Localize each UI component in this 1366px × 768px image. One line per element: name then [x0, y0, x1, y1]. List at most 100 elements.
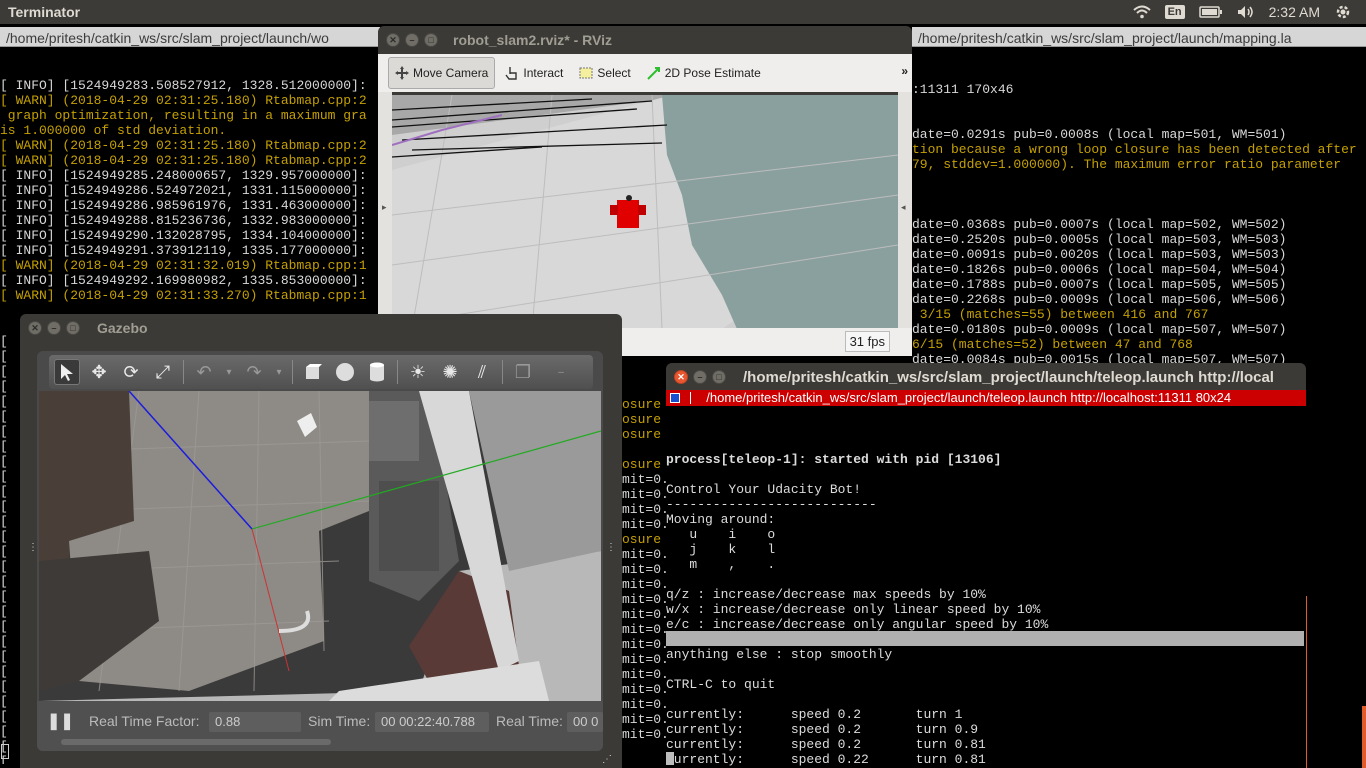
horizontal-scrollbar[interactable]	[61, 739, 331, 745]
move-camera-button[interactable]: Move Camera	[388, 57, 496, 89]
rotate-icon[interactable]: ⟳	[118, 359, 144, 385]
terminal-line: osure	[622, 397, 662, 412]
left-dock-handle[interactable]: ⋮	[28, 542, 38, 553]
pause-icon[interactable]: ❚❚	[47, 711, 74, 731]
terminal-line: [	[0, 349, 8, 364]
gazebo-titlebar[interactable]: ✕ – □ Gazebo	[20, 314, 622, 342]
interact-label: Interact	[523, 66, 564, 80]
maximize-icon[interactable]: □	[66, 321, 80, 335]
terminal-line: [	[0, 364, 8, 379]
terminal-right-output: date=0.0291s pub=0.0008s (local map=501,…	[912, 127, 1366, 367]
redo-icon[interactable]: ↷	[241, 359, 267, 385]
collapse-right-icon[interactable]: ◂	[901, 202, 906, 213]
terminal-line: 3/15 (matches=55) between 416 and 767	[912, 307, 1209, 322]
minimize-icon[interactable]: –	[405, 33, 419, 47]
collapse-left-icon[interactable]: ▸	[382, 202, 387, 213]
keyboard-layout-indicator[interactable]: En	[1164, 5, 1185, 19]
terminal-line: [ WARN] (2018-04-29 02:31:25.180) Rtabma…	[0, 153, 367, 168]
teleop-title: /home/pritesh/catkin_ws/src/slam_project…	[743, 368, 1274, 386]
redo-dropdown-icon[interactable]: ▾	[273, 359, 285, 385]
terminal-line: Moving around:	[666, 512, 776, 527]
directional-light-icon[interactable]: ⫽	[469, 359, 495, 385]
clock[interactable]: 2:32 AM	[1269, 4, 1320, 20]
sim-time-value: 00 00:22:40.788	[375, 712, 489, 732]
point-light-icon[interactable]: ☀	[405, 359, 431, 385]
gazebo-3d-viewport[interactable]	[39, 391, 601, 701]
right-panel-handle[interactable]: ◂	[898, 92, 912, 328]
select-button[interactable]: Select	[573, 57, 636, 89]
terminal-tab-right[interactable]: /home/pritesh/catkin_ws/src/slam_project…	[912, 27, 1366, 47]
rviz-titlebar[interactable]: ✕ – □ robot_slam2.rviz* - RViz	[378, 26, 912, 54]
interact-button[interactable]: Interact	[499, 57, 569, 89]
teleop-terminal-window[interactable]: ✕ – □ /home/pritesh/catkin_ws/src/slam_p…	[666, 363, 1306, 768]
rviz-3d-viewport[interactable]	[392, 95, 898, 329]
terminal-line: [ INFO] [1524949286.985961976, 1331.4630…	[0, 198, 367, 213]
terminal-line: [ WARN] (2018-04-29 02:31:32.019) Rtabma…	[0, 258, 367, 273]
rviz-title: robot_slam2.rviz* - RViz	[453, 32, 612, 48]
sphere-shape-icon[interactable]	[332, 359, 358, 385]
wifi-icon[interactable]	[1132, 5, 1151, 19]
rtf-value: 0.88	[209, 712, 301, 732]
terminal-line: mit=0.	[622, 607, 666, 622]
terminal-line: [	[0, 604, 8, 619]
terminal-line: date=0.2268s pub=0.0009s (local map=506,…	[912, 292, 1287, 307]
spot-light-icon[interactable]: ✺	[437, 359, 463, 385]
box-shape-icon[interactable]	[300, 359, 326, 385]
select-arrow-icon[interactable]	[54, 359, 80, 385]
volume-icon[interactable]	[1237, 5, 1255, 19]
terminal-tab-left[interactable]: /home/pritesh/catkin_ws/src/slam_project…	[0, 27, 380, 47]
teleop-titlebar[interactable]: ✕ – □ /home/pritesh/catkin_ws/src/slam_p…	[666, 363, 1306, 391]
close-icon[interactable]: ✕	[386, 33, 400, 47]
battery-icon[interactable]	[1198, 6, 1223, 18]
undo-dropdown-icon[interactable]: ▾	[223, 359, 235, 385]
terminal-left-pane[interactable]: [ INFO] [1524949283.508527912, 1328.5120…	[0, 48, 380, 304]
minimize-icon[interactable]: –	[693, 370, 707, 384]
terminal-line: date=0.2520s pub=0.0005s (local map=503,…	[912, 232, 1287, 247]
pose-estimate-button[interactable]: 2D Pose Estimate	[641, 57, 767, 89]
terminal-line: q/z : increase/decrease max speeds by 10…	[666, 587, 986, 602]
toolbar-overflow-button[interactable]: »	[901, 64, 908, 78]
terminal-cursor	[666, 752, 674, 765]
minimize-icon[interactable]: –	[47, 321, 61, 335]
terminal-line: date=0.1826s pub=0.0006s (local map=504,…	[912, 262, 1287, 277]
resize-grip-icon[interactable]: ⋰	[602, 754, 612, 765]
terminal-line: [	[0, 544, 8, 559]
cylinder-shape-icon[interactable]	[364, 359, 390, 385]
close-icon[interactable]: ✕	[674, 370, 688, 384]
undo-icon[interactable]: ↶	[191, 359, 217, 385]
terminal-line: [	[0, 469, 8, 484]
terminal-line: osure	[622, 412, 662, 427]
translate-icon[interactable]: ✥	[86, 359, 112, 385]
terminal-line: [	[0, 529, 8, 544]
gazebo-window[interactable]: ✕ – □ Gazebo ✥ ⟳ ⤢ ↶ ▾ ↷ ▾ ☀ ✺ ⫽ ❐ – ❚❚ …	[20, 314, 622, 768]
close-icon[interactable]: ✕	[28, 321, 42, 335]
rviz-window[interactable]: ✕ – □ robot_slam2.rviz* - RViz Move Came…	[378, 26, 912, 356]
settings-gear-icon[interactable]	[1334, 3, 1352, 21]
terminal-line: currently: speed 0.22 turn 0.81	[666, 752, 986, 767]
toolbar-separator	[502, 360, 503, 384]
more-tools-icon[interactable]: –	[555, 359, 567, 385]
terminal-line: [ WARN] (2018-04-29 02:31:25.180) Rtabma…	[0, 138, 367, 153]
terminal-line: date=0.0291s pub=0.0008s (local map=501,…	[912, 127, 1287, 142]
move-camera-label: Move Camera	[413, 66, 489, 80]
terminal-line: [	[0, 619, 8, 634]
terminal-line: [ INFO] [1524949292.169980982, 1335.8530…	[0, 273, 367, 288]
terminal-line: is 1.000000 of std deviation.	[0, 123, 227, 138]
scale-icon[interactable]: ⤢	[150, 359, 176, 385]
terminal-title-bar: /home/pritesh/catkin_ws/src/slam_project…	[666, 390, 1306, 406]
left-panel-handle[interactable]: ▸	[378, 92, 392, 328]
copy-icon[interactable]: ❐	[510, 359, 536, 385]
terminal-line: currently: speed 0.2 turn 0.9	[666, 722, 979, 737]
maximize-icon[interactable]: □	[424, 33, 438, 47]
maximize-icon[interactable]: □	[712, 370, 726, 384]
terminal-line: [	[0, 694, 8, 709]
gazebo-status-bar: ❚❚ Real Time Factor: 0.88 Sim Time: 00 0…	[37, 701, 603, 751]
terminal-line: [ WARN] (2018-04-29 02:31:25.180) Rtabma…	[0, 93, 367, 108]
terminal-right-pane[interactable]: :11311 170x46 date=0.0291s pub=0.0008s (…	[912, 52, 1366, 367]
teleop-terminal-output[interactable]: process[teleop-1]: started with pid [131…	[666, 407, 1306, 768]
terminal-line: [	[0, 574, 8, 589]
right-dock-handle[interactable]: ⋮	[606, 542, 616, 553]
terminal-line: Control Your Udacity Bot!	[666, 482, 862, 497]
terminal-line: 6/15 (matches=52) between 47 and 768	[912, 337, 1193, 352]
